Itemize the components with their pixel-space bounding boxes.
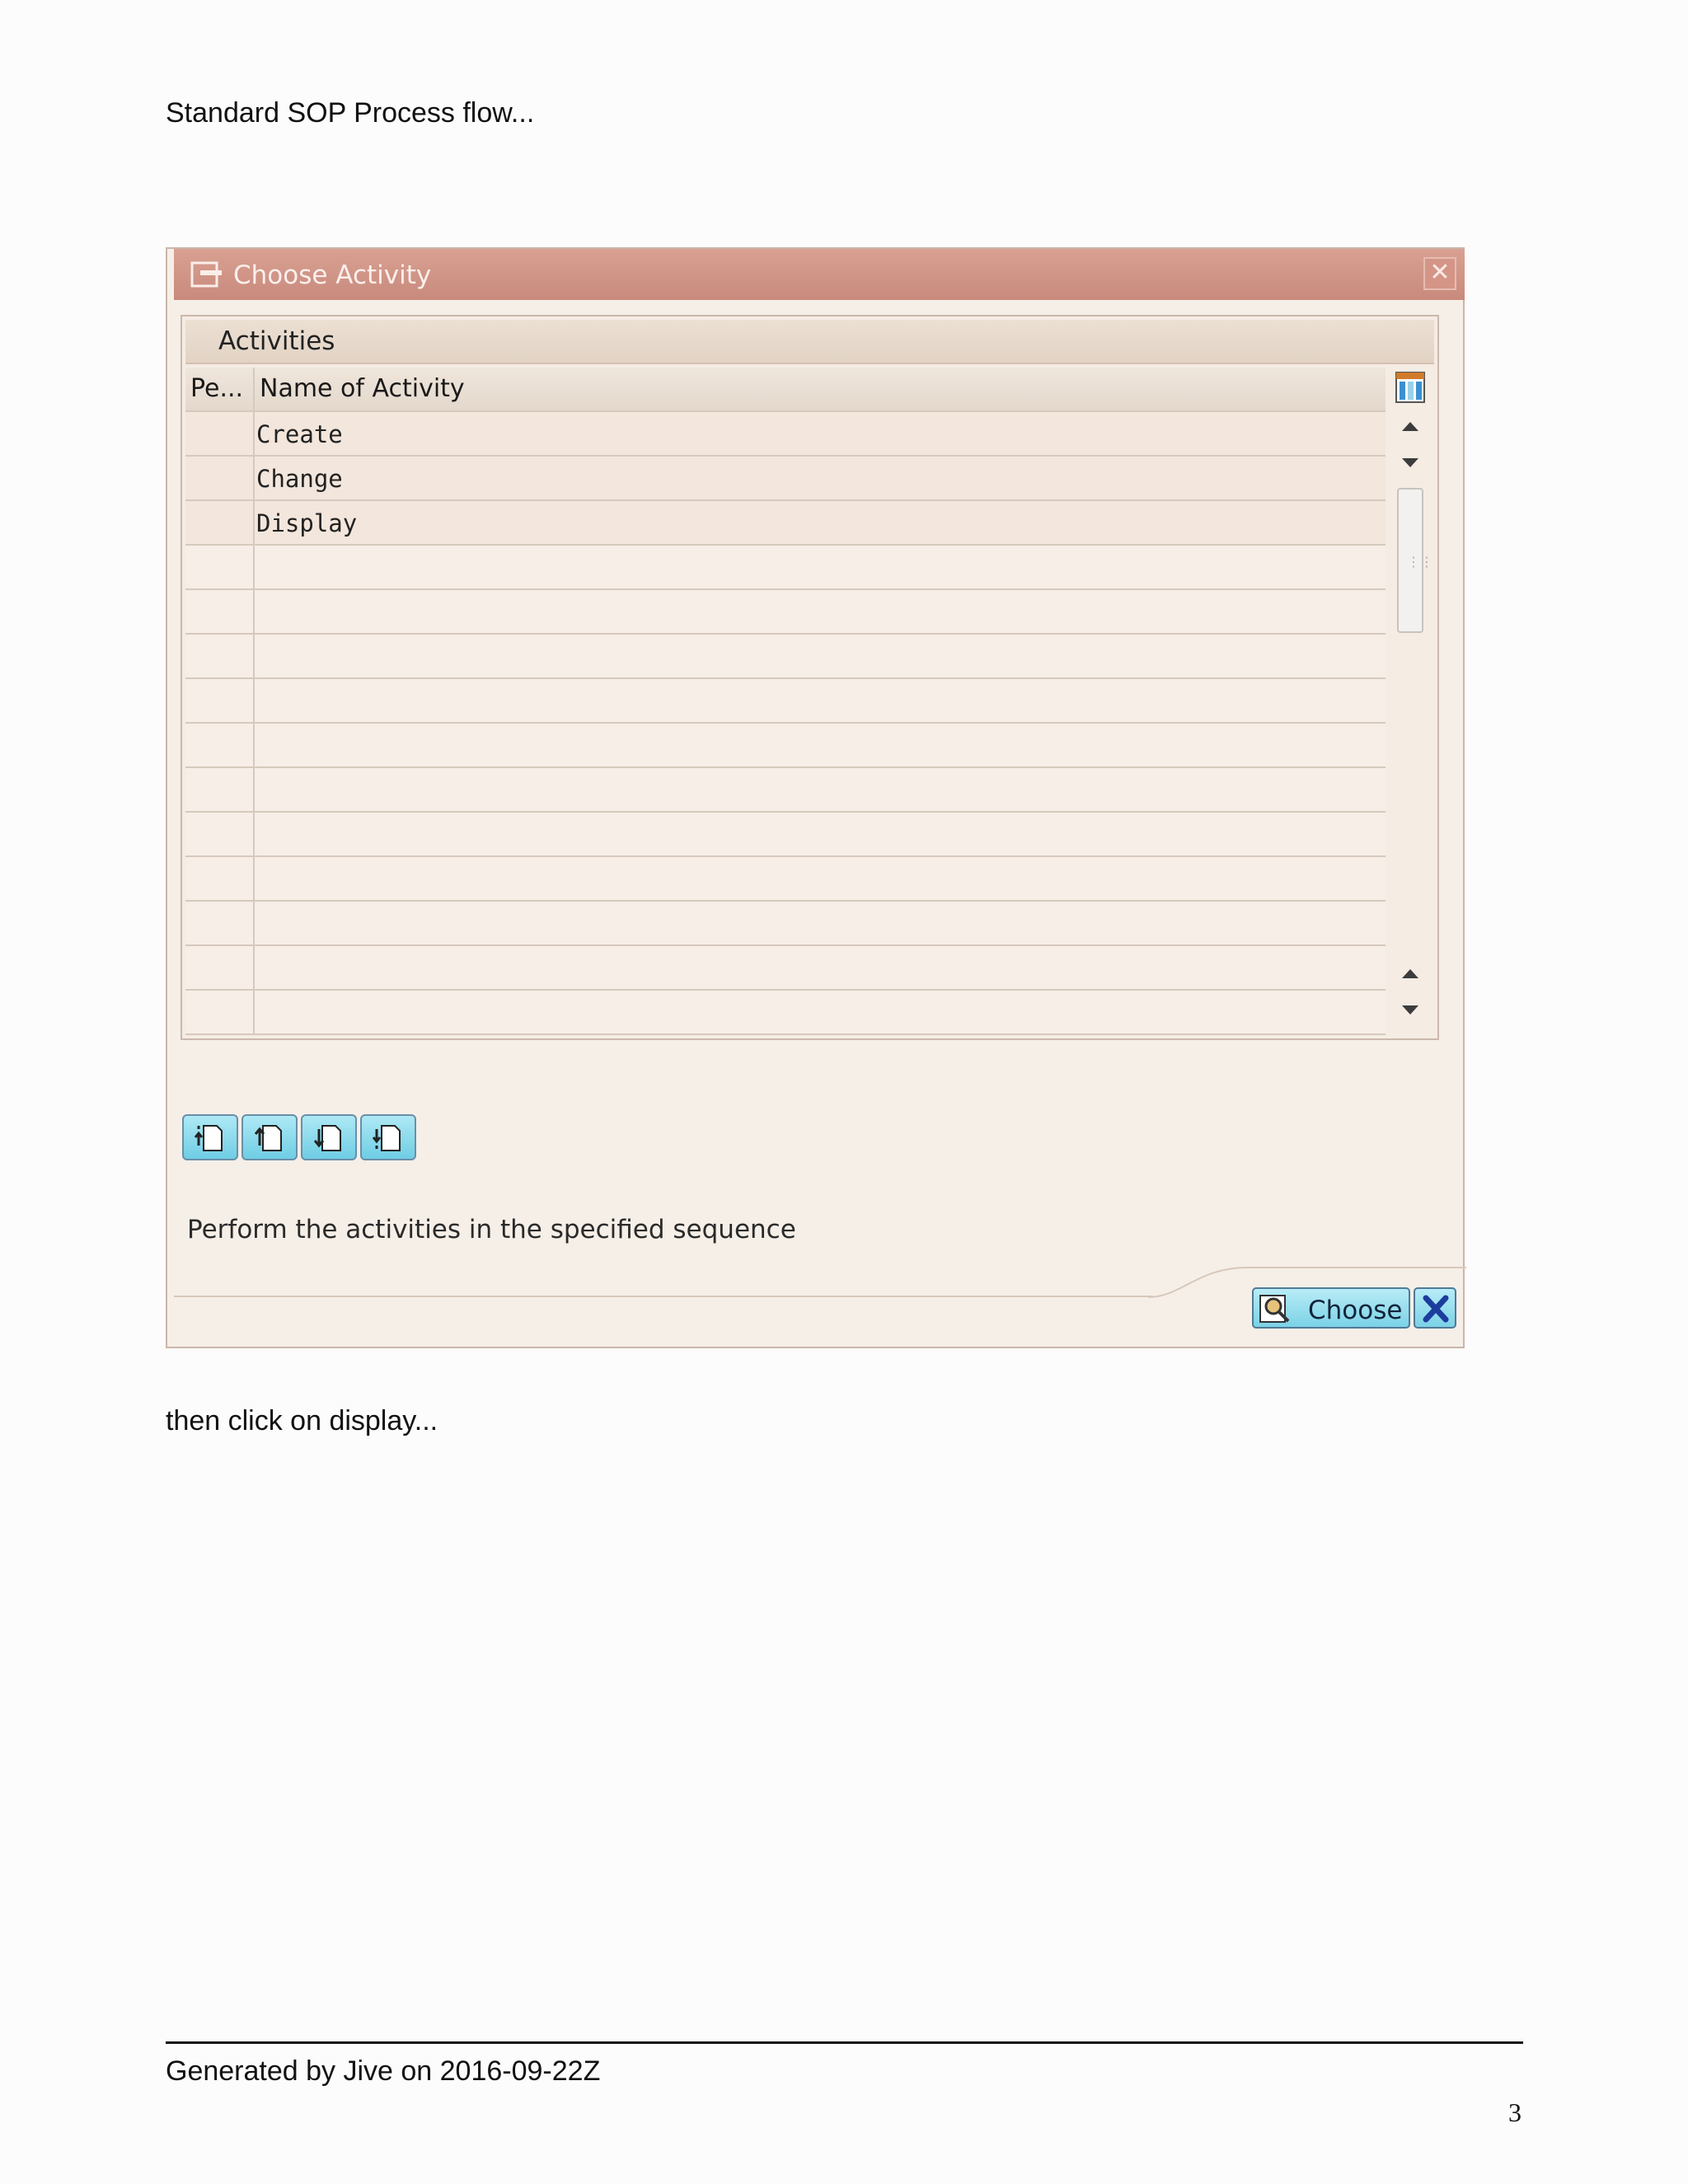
activities-table: Pe... Name of Activity Create Change Dis… [185, 368, 1386, 1035]
move-to-bottom-button[interactable] [360, 1114, 416, 1160]
empty-row [185, 902, 1386, 946]
move-up-icon [254, 1125, 282, 1151]
row-selector[interactable] [185, 412, 255, 455]
activity-create[interactable]: Create [255, 412, 1386, 455]
scroll-down-icon[interactable] [1402, 458, 1418, 467]
magnifier-icon [1259, 1295, 1290, 1323]
scroll-page-down-icon[interactable] [1402, 1005, 1418, 1015]
column-header-name[interactable]: Name of Activity [255, 368, 1386, 410]
activities-panel: Activities Pe... Name of Activity Create… [181, 315, 1439, 1040]
vertical-scrollbar[interactable]: ⋮⋮ [1392, 368, 1433, 1037]
empty-row [185, 813, 1386, 857]
table-row[interactable]: Create [185, 412, 1386, 457]
page-number: 3 [1508, 2097, 1522, 2127]
intro-text: Standard SOP Process flow... [166, 97, 535, 129]
footer-text: Generated by Jive on 2016-09-22Z [166, 2055, 601, 2087]
after-text: then click on display... [166, 1405, 438, 1436]
choose-label: Choose [1308, 1296, 1403, 1325]
empty-row [185, 590, 1386, 635]
cancel-icon [1423, 1295, 1449, 1323]
table-layout-icon[interactable] [1395, 371, 1425, 404]
move-down-button[interactable] [301, 1114, 357, 1160]
sequence-hint: Perform the activities in the specified … [187, 1215, 796, 1244]
empty-row [185, 857, 1386, 902]
dialog-title: Choose Activity [233, 260, 432, 290]
empty-row [185, 546, 1386, 590]
move-to-top-button[interactable] [182, 1114, 238, 1160]
dialog-icon [190, 261, 222, 288]
move-top-icon [194, 1125, 223, 1151]
footer-rule [166, 2041, 1523, 2044]
row-selector[interactable] [185, 457, 255, 499]
panel-header: Activities [185, 320, 1434, 364]
panel-title: Activities [218, 326, 335, 356]
scroll-page-up-icon[interactable] [1402, 969, 1418, 978]
table-row[interactable]: Display [185, 501, 1386, 546]
empty-row [185, 724, 1386, 768]
footer-divider [174, 1296, 1153, 1297]
column-header-pe[interactable]: Pe... [185, 368, 255, 410]
move-up-button[interactable] [241, 1114, 298, 1160]
dialog-titlebar[interactable]: Choose Activity ✕ [174, 249, 1465, 300]
empty-row [185, 991, 1386, 1035]
close-icon[interactable]: ✕ [1423, 257, 1456, 290]
scroll-up-icon[interactable] [1402, 422, 1418, 431]
choose-button[interactable]: Choose [1252, 1287, 1410, 1329]
empty-row [185, 768, 1386, 813]
empty-row [185, 679, 1386, 724]
row-selector[interactable] [185, 501, 255, 544]
cancel-button[interactable] [1414, 1287, 1456, 1329]
table-header-row: Pe... Name of Activity [185, 368, 1386, 412]
move-bottom-icon [372, 1125, 401, 1151]
choose-activity-dialog: Choose Activity ✕ Activities Pe... Name … [166, 247, 1466, 1348]
scroll-thumb[interactable]: ⋮⋮ [1397, 488, 1433, 633]
table-row[interactable]: Change [185, 457, 1386, 501]
empty-row [185, 635, 1386, 679]
activity-change[interactable]: Change [255, 457, 1386, 499]
activity-display[interactable]: Display [255, 501, 1386, 544]
empty-row [185, 946, 1386, 991]
move-down-icon [313, 1125, 341, 1151]
